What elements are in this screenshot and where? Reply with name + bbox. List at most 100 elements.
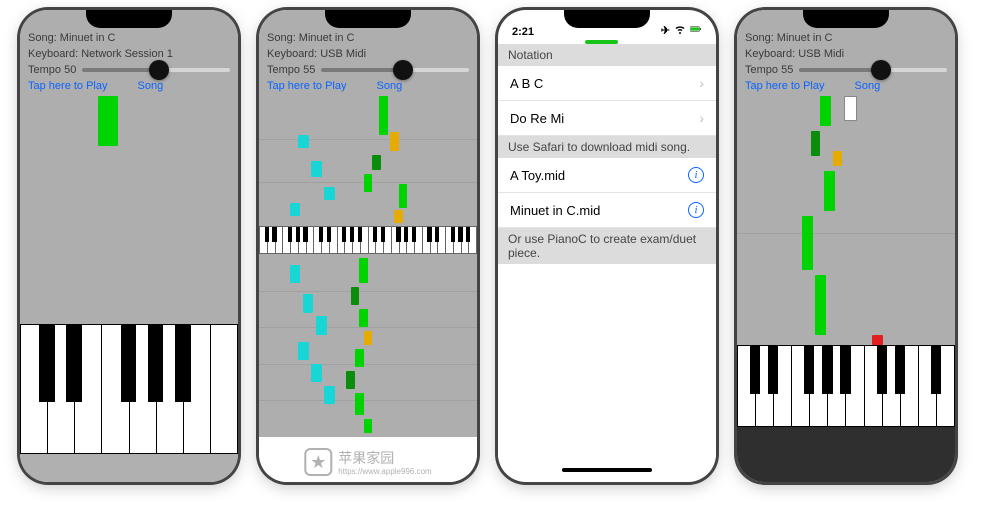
- black-key[interactable]: [342, 227, 346, 242]
- black-key[interactable]: [427, 227, 431, 242]
- white-key[interactable]: [791, 345, 809, 427]
- tempo-value: Tempo 50: [28, 64, 76, 76]
- song-link[interactable]: Song: [855, 80, 881, 92]
- screenshot-4: Song: Minuet in C Keyboard: USB Midi Tem…: [737, 10, 955, 482]
- list-item[interactable]: Minuet in C.mid i: [498, 193, 716, 228]
- list-item[interactable]: Do Re Mi ›: [498, 101, 716, 136]
- play-link[interactable]: Tap here to Play: [28, 80, 108, 92]
- black-key[interactable]: [804, 346, 814, 394]
- black-key[interactable]: [327, 227, 331, 242]
- black-key[interactable]: [768, 346, 778, 394]
- white-key[interactable]: [391, 226, 399, 254]
- section-notation: Notation: [498, 44, 716, 66]
- list-item[interactable]: A B C ›: [498, 66, 716, 101]
- screenshot-3: 2:21 ✈ Notation A B C › Do Re Mi › Use S…: [498, 10, 716, 482]
- black-key[interactable]: [877, 346, 887, 394]
- white-key[interactable]: [737, 345, 755, 427]
- song-link[interactable]: Song: [377, 80, 403, 92]
- status-time: 2:21: [512, 26, 534, 38]
- black-key[interactable]: [303, 227, 307, 242]
- white-key[interactable]: [101, 324, 128, 454]
- white-key[interactable]: [918, 345, 936, 427]
- black-key[interactable]: [288, 227, 292, 242]
- black-key[interactable]: [272, 227, 276, 242]
- list-item-label: A Toy.mid: [510, 168, 565, 183]
- list-item-label: Do Re Mi: [510, 111, 564, 126]
- white-key[interactable]: [282, 226, 290, 254]
- black-key[interactable]: [66, 325, 82, 402]
- black-key[interactable]: [121, 325, 137, 402]
- keyboard-label: Keyboard: USB Midi: [745, 48, 947, 60]
- black-key[interactable]: [319, 227, 323, 242]
- black-key[interactable]: [458, 227, 462, 242]
- black-key[interactable]: [265, 227, 269, 242]
- info-icon[interactable]: i: [688, 167, 704, 183]
- list-item-label: Minuet in C.mid: [510, 203, 600, 218]
- wifi-icon: [674, 23, 686, 38]
- keyboard-label: Keyboard: USB Midi: [267, 48, 469, 60]
- black-key[interactable]: [39, 325, 55, 402]
- black-key[interactable]: [840, 346, 850, 394]
- tempo-thumb[interactable]: [149, 60, 169, 80]
- tempo-slider[interactable]: Tempo 55: [745, 64, 947, 76]
- white-key[interactable]: [313, 226, 321, 254]
- black-key[interactable]: [148, 325, 164, 402]
- piano-keyboard[interactable]: [737, 345, 955, 427]
- screenshot-2: Song: Minuet in C Keyboard: USB Midi Tem…: [259, 10, 477, 482]
- note-roll: [737, 96, 955, 345]
- black-key[interactable]: [895, 346, 905, 394]
- black-key[interactable]: [175, 325, 191, 402]
- black-key[interactable]: [381, 227, 385, 242]
- home-indicator: [498, 458, 716, 482]
- white-key[interactable]: [368, 226, 376, 254]
- piano-keyboard[interactable]: [20, 324, 238, 454]
- tempo-slider[interactable]: Tempo 50: [28, 64, 230, 76]
- notch: [325, 10, 411, 28]
- black-key[interactable]: [750, 346, 760, 394]
- black-key[interactable]: [435, 227, 439, 242]
- play-link[interactable]: Tap here to Play: [267, 80, 347, 92]
- black-key[interactable]: [466, 227, 470, 242]
- black-key[interactable]: [396, 227, 400, 242]
- list-item[interactable]: A Toy.mid i: [498, 158, 716, 193]
- white-key[interactable]: [864, 345, 882, 427]
- black-key[interactable]: [404, 227, 408, 242]
- note-roll-lower: [259, 254, 477, 437]
- notch: [564, 10, 650, 28]
- song-link[interactable]: Song: [138, 80, 164, 92]
- white-key[interactable]: [259, 226, 267, 254]
- notch: [803, 10, 889, 28]
- white-key[interactable]: [210, 324, 238, 454]
- black-key[interactable]: [350, 227, 354, 242]
- tempo-slider[interactable]: Tempo 55: [267, 64, 469, 76]
- black-key[interactable]: [451, 227, 455, 242]
- chevron-right-icon: ›: [699, 110, 704, 126]
- white-key[interactable]: [445, 226, 453, 254]
- bottom-bar: [259, 437, 477, 482]
- black-key[interactable]: [296, 227, 300, 242]
- play-link[interactable]: Tap here to Play: [745, 80, 825, 92]
- section-download: Use Safari to download midi song.: [498, 136, 716, 158]
- black-key[interactable]: [412, 227, 416, 242]
- status-icons: ✈: [661, 23, 702, 38]
- screenshot-1: Song: Minuet in C Keyboard: Network Sess…: [20, 10, 238, 482]
- mini-keyboard[interactable]: [259, 226, 477, 254]
- song-label: Song: Minuet in C: [267, 32, 469, 44]
- airplane-icon: ✈: [661, 24, 670, 37]
- bottom-bar: [737, 427, 955, 482]
- info-icon[interactable]: i: [688, 202, 704, 218]
- black-key[interactable]: [373, 227, 377, 242]
- black-key[interactable]: [822, 346, 832, 394]
- song-label: Song: Minuet in C: [28, 32, 230, 44]
- list-empty-area: [498, 264, 716, 458]
- tempo-thumb[interactable]: [393, 60, 413, 80]
- tempo-thumb[interactable]: [871, 60, 891, 80]
- black-key[interactable]: [931, 346, 941, 394]
- list-item-label: A B C: [510, 76, 543, 91]
- white-key[interactable]: [337, 226, 345, 254]
- white-key[interactable]: [422, 226, 430, 254]
- tempo-value: Tempo 55: [267, 64, 315, 76]
- black-key[interactable]: [358, 227, 362, 242]
- white-key[interactable]: [20, 324, 47, 454]
- notch: [86, 10, 172, 28]
